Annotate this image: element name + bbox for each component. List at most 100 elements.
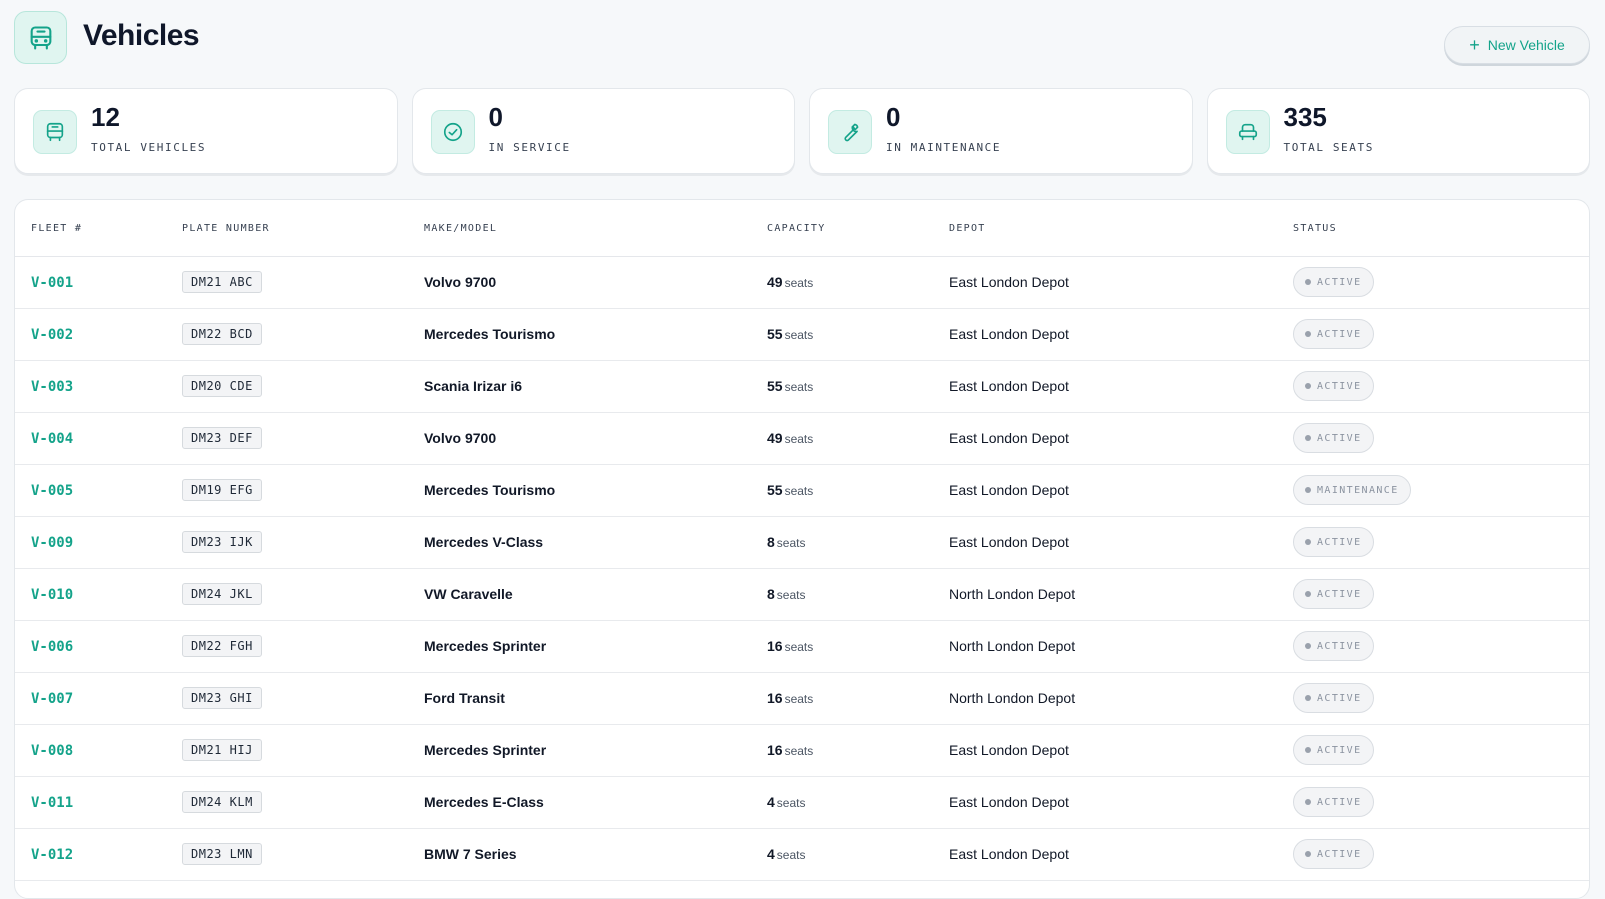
capacity-unit: seats — [784, 276, 814, 290]
plate-cell: DM23 DEF — [182, 412, 424, 465]
table-row[interactable]: V-006 DM22 FGH Mercedes Sprinter 16 seats Nor… — [15, 620, 1589, 673]
status-badge[interactable]: ACTIVE — [1293, 631, 1374, 661]
table-row[interactable]: V-008 DM21 HIJ Mercedes Sprinter 16 seats Eas… — [15, 724, 1589, 777]
fleet-number-link[interactable]: V-008 — [31, 743, 73, 759]
fleet-cell: V-007 — [15, 672, 182, 725]
table-row[interactable]: V-011 DM24 KLM Mercedes E-Class 4 seats East … — [15, 776, 1589, 829]
status-label: ACTIVE — [1317, 796, 1362, 808]
status-badge[interactable]: ACTIVE — [1293, 267, 1374, 297]
make-model: Mercedes E-Class — [424, 794, 544, 810]
fleet-number-link[interactable]: V-007 — [31, 691, 73, 707]
stat-label: IN MAINTENANCE — [886, 141, 1002, 154]
plate-number: DM22 BCD — [182, 323, 262, 345]
fleet-number-link[interactable]: V-005 — [31, 483, 73, 499]
plate-number: DM21 ABC — [182, 271, 262, 293]
fleet-number-link[interactable]: V-004 — [31, 431, 73, 447]
stat-total-seats: 335 TOTAL SEATS — [1206, 88, 1590, 174]
fleet-cell: V-011 — [15, 776, 182, 829]
capacity-value: 4 — [767, 846, 775, 862]
status-badge[interactable]: ACTIVE — [1293, 579, 1374, 609]
fleet-cell: V-004 — [15, 412, 182, 465]
depot-cell: East London Depot — [949, 828, 1293, 881]
depot-cell: East London Depot — [949, 412, 1293, 465]
capacity-value: 55 — [767, 326, 783, 342]
column-header-fleet[interactable]: FLEET # — [15, 200, 182, 257]
make-model: Mercedes Sprinter — [424, 638, 547, 654]
table-row[interactable]: V-010 DM24 JKL VW Caravelle 8 seats North Lon… — [15, 568, 1589, 621]
plate-number: DM23 IJK — [182, 531, 262, 553]
status-label: ACTIVE — [1317, 432, 1362, 444]
capacity-value: 49 — [767, 430, 783, 446]
fleet-cell: V-008 — [15, 724, 182, 777]
plate-number: DM24 KLM — [182, 791, 262, 813]
depot-name: East London Depot — [949, 274, 1069, 290]
plate-cell: DM24 JKL — [182, 568, 424, 621]
table-row[interactable]: V-003 DM20 CDE Scania Irizar i6 55 seats East… — [15, 360, 1589, 413]
table-row[interactable]: V-012 DM23 LMN BMW 7 Series 4 seats East Lond… — [15, 828, 1589, 881]
status-cell: ACTIVE — [1293, 620, 1589, 673]
table-row[interactable]: V-007 DM23 GHI Ford Transit 16 seats North Lo… — [15, 672, 1589, 725]
fleet-cell: V-002 — [15, 308, 182, 361]
capacity-cell: 8 seats — [767, 516, 949, 569]
plate-cell: DM21 HIJ — [182, 724, 424, 777]
fleet-cell: V-012 — [15, 828, 182, 881]
status-badge[interactable]: ACTIVE — [1293, 683, 1374, 713]
table-row[interactable]: V-002 DM22 BCD Mercedes Tourismo 55 seats Eas… — [15, 308, 1589, 361]
column-header-status[interactable]: STATUS — [1293, 200, 1589, 257]
status-cell: ACTIVE — [1293, 360, 1589, 413]
plate-number: DM20 CDE — [182, 375, 262, 397]
table-row[interactable]: V-001 DM21 ABC Volvo 9700 49 seats East Londo… — [15, 256, 1589, 309]
fleet-number-link[interactable]: V-002 — [31, 327, 73, 343]
page-header: Vehicles + New Vehicle — [14, 11, 1590, 67]
status-badge[interactable]: ACTIVE — [1293, 371, 1374, 401]
column-header-plate[interactable]: PLATE NUMBER — [182, 200, 424, 257]
make-model-cell: Mercedes Tourismo — [424, 464, 767, 517]
column-header-capacity[interactable]: CAPACITY — [767, 200, 949, 257]
status-dot-icon — [1305, 799, 1311, 805]
status-label: ACTIVE — [1317, 380, 1362, 392]
make-model-cell: Ford Transit — [424, 672, 767, 725]
table-row[interactable]: V-009 DM23 IJK Mercedes V-Class 8 seats East … — [15, 516, 1589, 569]
table-row[interactable]: V-005 DM19 EFG Mercedes Tourismo 55 seats Eas… — [15, 464, 1589, 517]
fleet-number-link[interactable]: V-003 — [31, 379, 73, 395]
status-badge[interactable]: ACTIVE — [1293, 787, 1374, 817]
make-model-cell: Mercedes E-Class — [424, 776, 767, 829]
column-header-make[interactable]: MAKE/MODEL — [424, 200, 767, 257]
status-badge[interactable]: ACTIVE — [1293, 423, 1374, 453]
fleet-number-link[interactable]: V-009 — [31, 535, 73, 551]
status-badge[interactable]: ACTIVE — [1293, 735, 1374, 765]
fleet-cell: V-005 — [15, 464, 182, 517]
fleet-number-link[interactable]: V-010 — [31, 587, 73, 603]
status-badge[interactable]: ACTIVE — [1293, 839, 1374, 869]
fleet-number-link[interactable]: V-012 — [31, 847, 73, 863]
new-vehicle-button[interactable]: + New Vehicle — [1444, 26, 1590, 64]
make-model-cell: BMW 7 Series — [424, 828, 767, 881]
status-badge[interactable]: MAINTENANCE — [1293, 475, 1411, 505]
stat-label: TOTAL SEATS — [1283, 141, 1374, 154]
column-header-depot[interactable]: DEPOT — [949, 200, 1293, 257]
fleet-number-link[interactable]: V-001 — [31, 275, 73, 291]
seat-icon — [1225, 110, 1270, 154]
capacity-unit: seats — [784, 328, 814, 342]
capacity-value: 4 — [767, 794, 775, 810]
depot-cell: East London Depot — [949, 256, 1293, 309]
capacity-cell: 4 seats — [767, 776, 949, 829]
depot-name: East London Depot — [949, 430, 1069, 446]
capacity-cell: 16 seats — [767, 724, 949, 777]
make-model: Volvo 9700 — [424, 274, 497, 290]
status-cell: ACTIVE — [1293, 256, 1589, 309]
status-dot-icon — [1305, 279, 1311, 285]
fleet-number-link[interactable]: V-006 — [31, 639, 73, 655]
make-model: Mercedes Tourismo — [424, 482, 556, 498]
capacity-unit: seats — [776, 848, 806, 862]
capacity-cell: 55 seats — [767, 360, 949, 413]
plate-number: DM24 JKL — [182, 583, 262, 605]
status-badge[interactable]: ACTIVE — [1293, 527, 1374, 557]
depot-name: East London Depot — [949, 846, 1069, 862]
stat-in-maintenance: 0 IN MAINTENANCE — [809, 88, 1193, 174]
status-dot-icon — [1305, 539, 1311, 545]
table-row[interactable]: V-004 DM23 DEF Volvo 9700 49 seats East Londo… — [15, 412, 1589, 465]
fleet-number-link[interactable]: V-011 — [31, 795, 73, 811]
status-badge[interactable]: ACTIVE — [1293, 319, 1374, 349]
bus-icon — [33, 110, 77, 154]
